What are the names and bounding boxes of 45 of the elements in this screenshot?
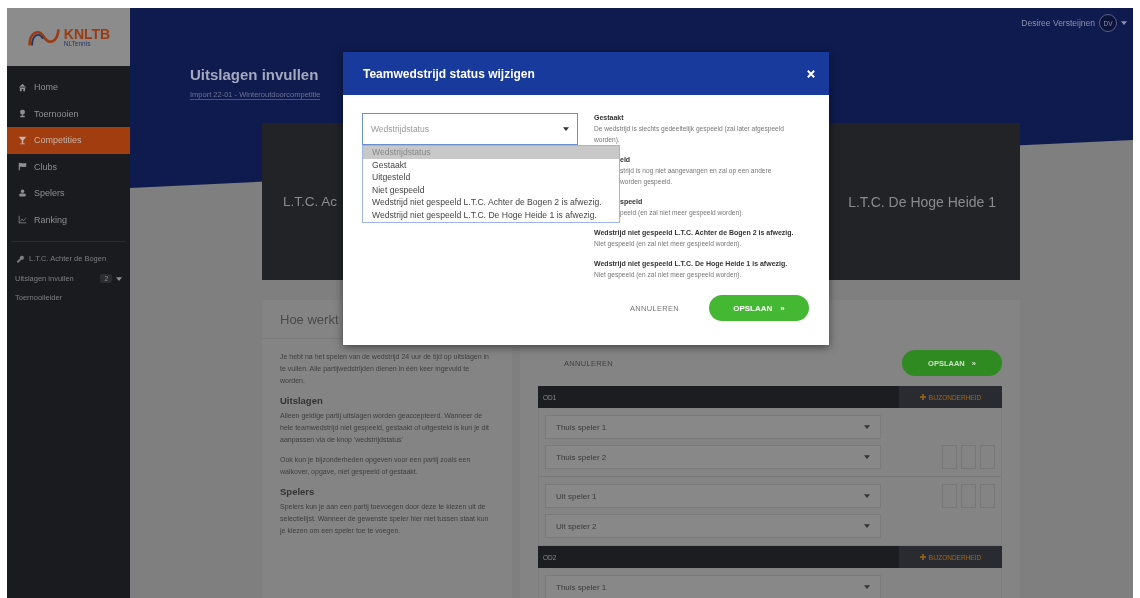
flag-icon — [18, 162, 27, 172]
player-select[interactable]: Thuis speler 1 — [545, 575, 881, 598]
modal-title: Teamwedstrijd status wijzigen — [363, 66, 535, 81]
dropdown-option[interactable]: Uitgesteld — [363, 171, 619, 184]
cup-icon — [18, 135, 27, 145]
caret-icon — [563, 127, 569, 131]
nav-item[interactable]: Ranking — [7, 206, 130, 233]
wrench-icon — [16, 254, 24, 263]
plus-icon — [919, 554, 926, 560]
caret-icon — [864, 455, 870, 459]
nav-item[interactable]: Home — [7, 74, 130, 101]
caret-icon — [1121, 21, 1127, 25]
player-select[interactable]: Thuis speler 1 — [545, 415, 881, 439]
users-icon — [18, 188, 27, 198]
trophy-icon — [18, 109, 27, 119]
section-heading: Uitslagen — [280, 395, 324, 406]
home-icon — [18, 82, 27, 92]
nav-item[interactable]: Spelers — [7, 180, 130, 207]
status-select[interactable]: Wedstrijdstatus — [362, 113, 578, 145]
logo-wordmark: KNLTB — [63, 26, 111, 41]
nav-item[interactable]: Toernooien — [7, 100, 130, 127]
save-button[interactable]: OPSLAAN » — [709, 295, 809, 321]
dropdown-option[interactable]: Wedstrijd niet gespeeld L.T.C. Achter de Bogen 2 is afwezig. — [363, 196, 619, 209]
plus-icon — [919, 394, 926, 400]
user-name[interactable]: Desiree Versteijnen — [1021, 18, 1095, 28]
player-select[interactable]: Uit speler 2 — [545, 514, 881, 538]
caret-icon — [864, 585, 870, 589]
nav-item[interactable]: Competities — [7, 127, 130, 154]
section-heading: Spelers — [280, 486, 316, 497]
nav-item[interactable]: Clubs — [7, 153, 130, 180]
dropdown-option[interactable]: Wedstrijd niet gespeeld L.T.C. De Hoge Heide 1 is afwezig. — [363, 208, 619, 222]
logo-swoosh-icon — [26, 26, 61, 48]
away-team-name: L.T.C. De Hoge Heide 1 — [848, 193, 996, 210]
dropdown-option[interactable]: Gestaakt — [363, 158, 619, 172]
caret-icon — [116, 276, 122, 281]
caret-icon — [864, 425, 870, 429]
player-select[interactable]: Uit speler 1 — [545, 484, 881, 508]
caret-icon — [864, 494, 870, 498]
page-title: Uitslagen invullen — [190, 66, 319, 83]
home-team-name: L.T.C. Ac — [283, 194, 338, 209]
dropdown-option[interactable]: Niet gespeeld — [363, 183, 619, 197]
close-icon[interactable] — [807, 69, 815, 78]
chart-icon — [18, 215, 27, 225]
caret-icon — [864, 524, 870, 528]
player-select[interactable]: Thuis speler 2 — [545, 445, 881, 469]
